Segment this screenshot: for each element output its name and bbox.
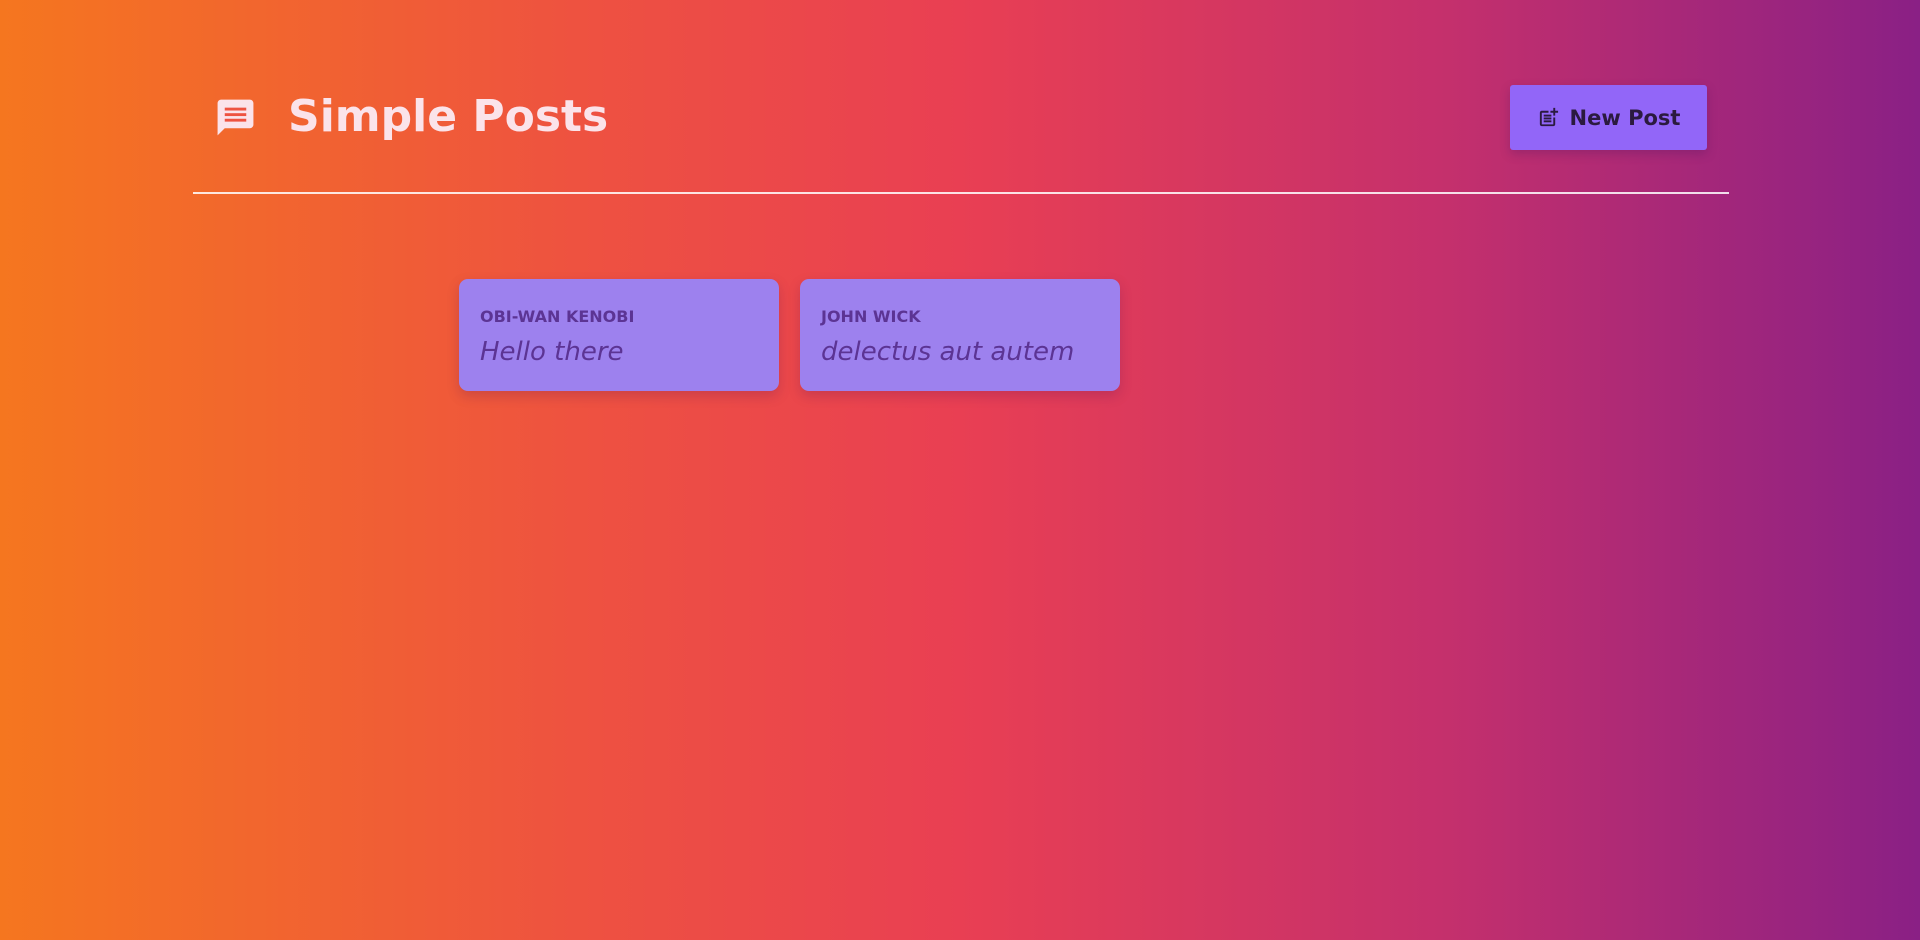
post-card[interactable]: OBI-WAN KENOBI Hello there	[459, 279, 779, 391]
post-author: JOHN WICK	[821, 307, 921, 326]
app-background: Simple Posts New Post OBI-WAN KENOBI Hel…	[0, 0, 1920, 940]
post-add-icon	[1537, 106, 1560, 129]
chat-icon	[214, 96, 257, 139]
page-title: Simple Posts	[288, 91, 609, 142]
post-card[interactable]: JOHN WICK delectus aut autem	[800, 279, 1120, 391]
new-post-label: New Post	[1569, 105, 1681, 130]
posts-list: OBI-WAN KENOBI Hello there JOHN WICK del…	[459, 279, 1120, 391]
page-header: Simple Posts New Post	[193, 0, 1729, 194]
post-author: OBI-WAN KENOBI	[480, 307, 635, 326]
post-body: delectus aut autem	[821, 337, 1075, 367]
new-post-button[interactable]: New Post	[1510, 85, 1707, 150]
post-body: Hello there	[480, 337, 624, 367]
